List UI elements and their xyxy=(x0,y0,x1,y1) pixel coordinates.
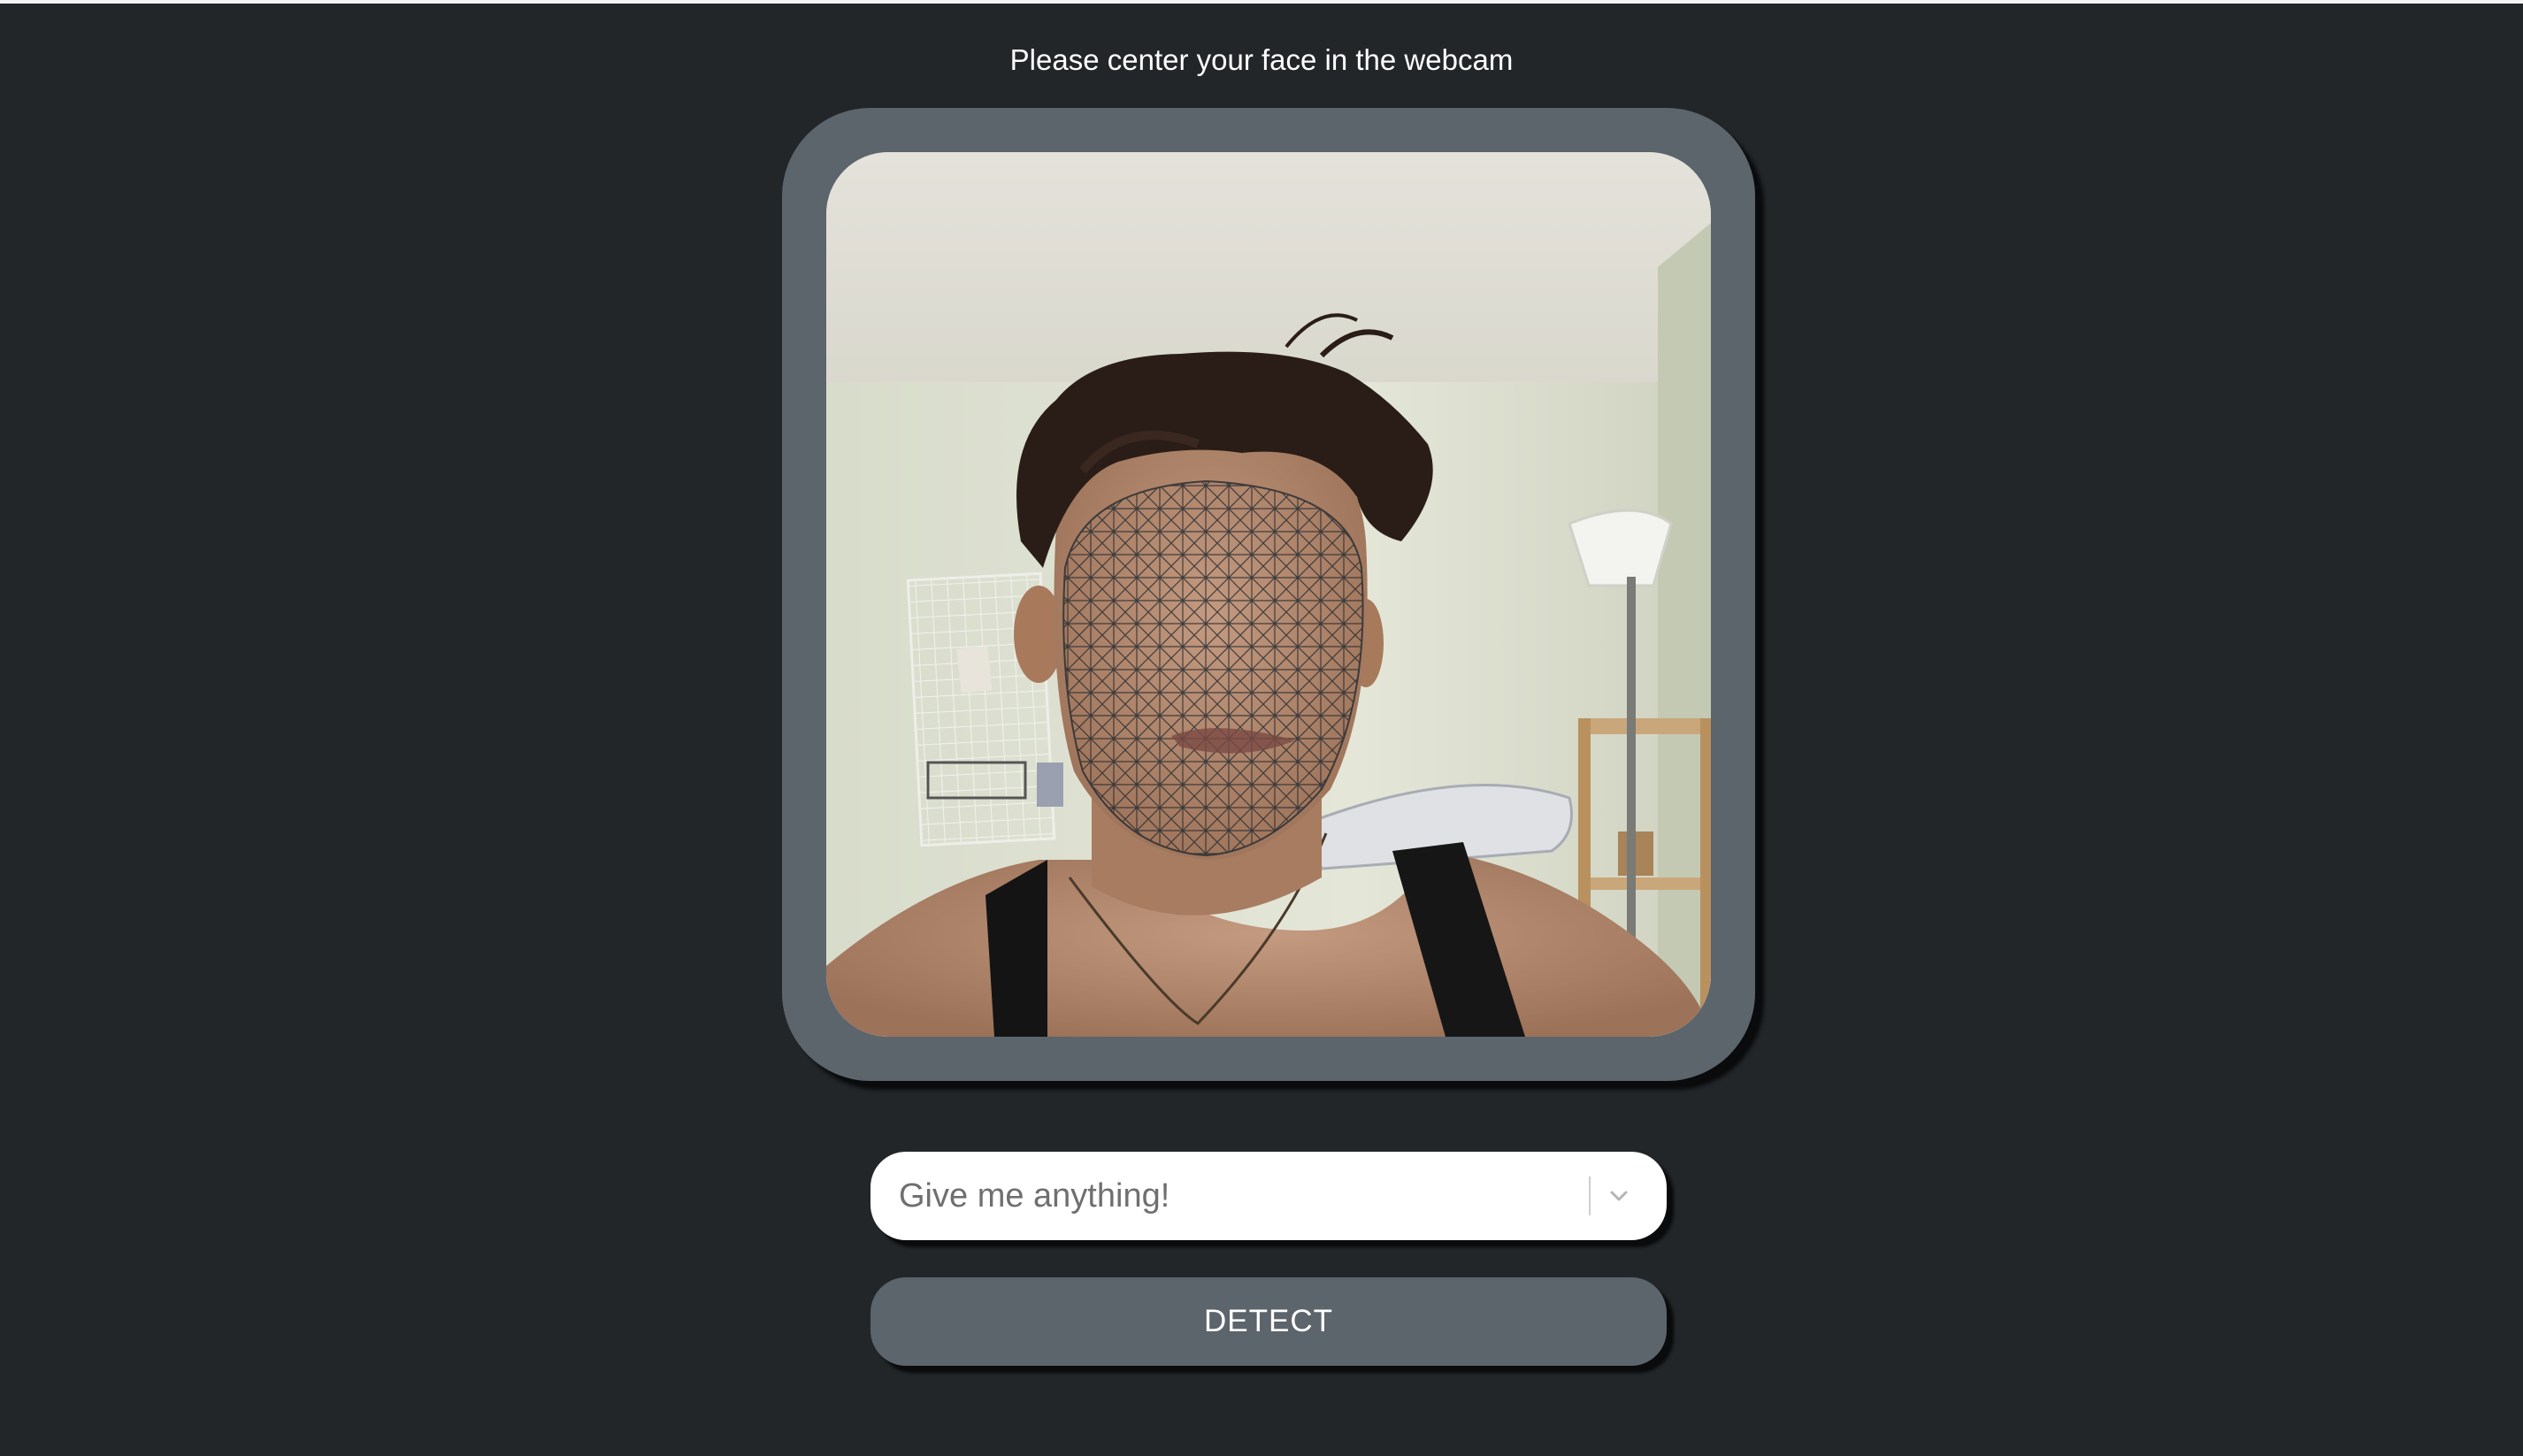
select-placeholder: Give me anything! xyxy=(899,1177,1170,1215)
webcam-image xyxy=(826,152,1711,1037)
chevron-down-icon[interactable] xyxy=(1601,1178,1637,1214)
instruction-text: Please center your face in the webcam xyxy=(1009,43,1514,76)
select-separator xyxy=(1589,1176,1591,1215)
option-select[interactable]: Give me anything! xyxy=(870,1152,1667,1240)
webcam-feed xyxy=(826,152,1711,1037)
webcam-frame xyxy=(782,108,1755,1081)
window-top-edge xyxy=(0,0,2523,4)
detect-button[interactable]: DETECT xyxy=(870,1277,1667,1366)
